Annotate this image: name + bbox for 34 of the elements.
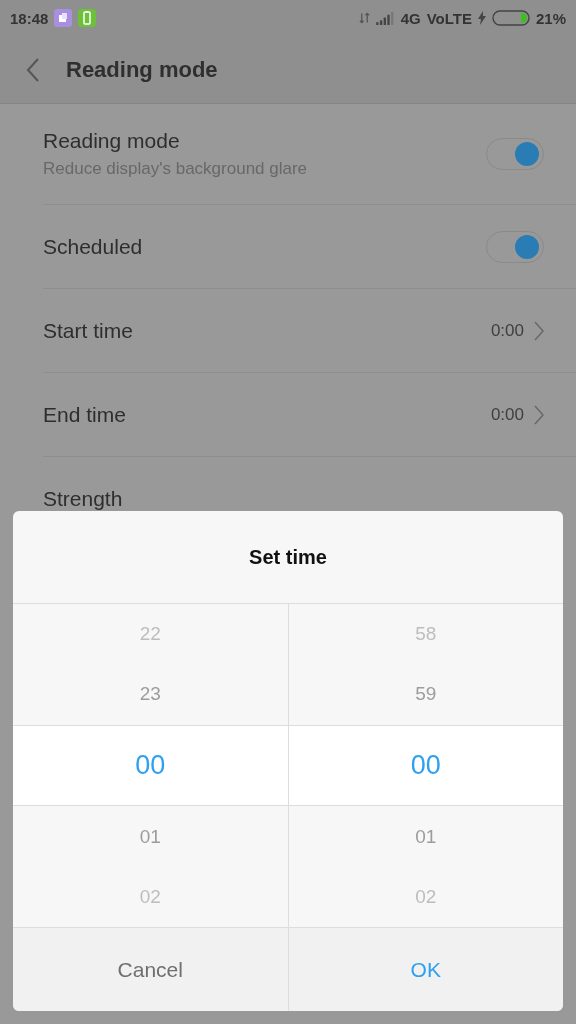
battery-icon	[491, 10, 530, 26]
ok-button[interactable]: OK	[288, 928, 563, 1011]
chevron-right-icon[interactable]	[534, 404, 544, 425]
wheel-option[interactable]: 01	[13, 806, 288, 867]
setting-label: Scheduled	[43, 234, 143, 259]
app-notification-icon	[54, 9, 73, 27]
wheel-option[interactable]: 02	[13, 866, 288, 927]
wheel-option[interactable]: 23	[13, 664, 288, 725]
setting-label: Reading mode	[43, 129, 181, 153]
wheel-option[interactable]: 02	[288, 866, 563, 927]
time-value: 0:00	[490, 404, 524, 425]
wheel-option[interactable]: 01	[288, 806, 563, 867]
data-arrows-icon	[358, 11, 370, 25]
time-value: 0:00	[490, 320, 524, 341]
clock-time: 18:48	[10, 9, 49, 27]
volte-label: VoLTE	[426, 9, 472, 27]
back-icon[interactable]	[26, 56, 40, 83]
page-title: Reading mode	[66, 56, 218, 83]
network-type: 4G	[400, 9, 421, 27]
battery-notification-icon	[78, 9, 97, 27]
cancel-button[interactable]: Cancel	[13, 928, 289, 1011]
wheel-option[interactable]: 00	[13, 724, 288, 807]
setting-label: End time	[43, 402, 126, 427]
wheel-option[interactable]: 59	[288, 664, 563, 725]
wheel-option[interactable]: 22	[13, 604, 288, 665]
signal-icon	[375, 11, 395, 25]
setting-label: Start time	[43, 318, 133, 343]
wheel-option[interactable]: 58	[288, 604, 563, 665]
charging-icon	[477, 11, 486, 25]
chevron-right-icon[interactable]	[534, 320, 544, 341]
setting-label: Strength	[43, 486, 123, 511]
dialog-title: Set time	[249, 545, 327, 569]
battery-percent: 21%	[535, 9, 566, 27]
wheel-option[interactable]: 00	[288, 724, 563, 807]
